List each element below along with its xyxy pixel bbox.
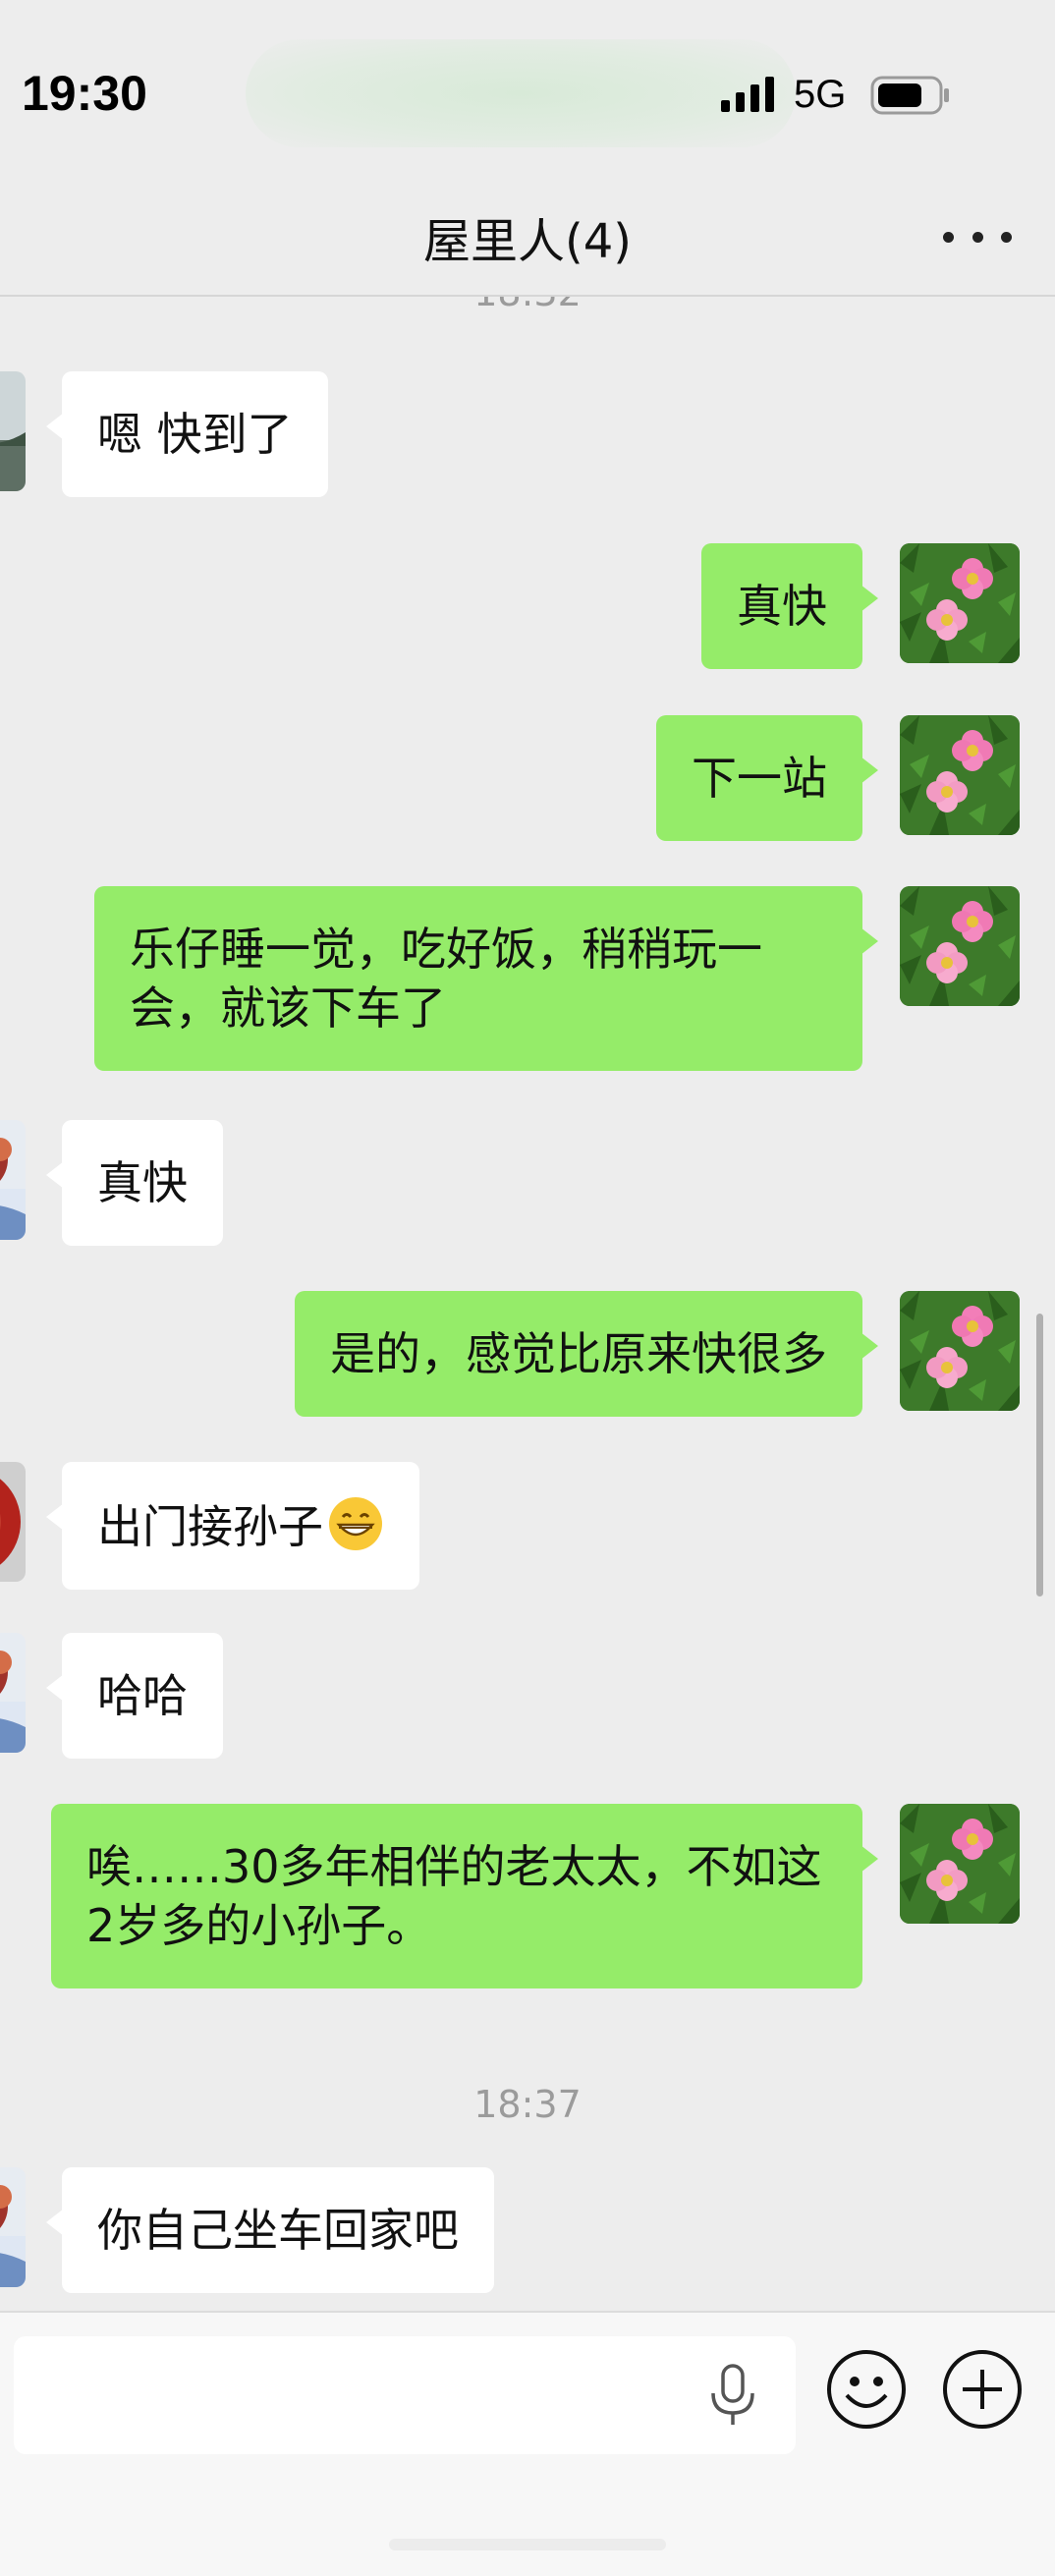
- message-bubble[interactable]: 你自己坐车回家吧: [46, 2167, 494, 2293]
- message-bubble[interactable]: 嗯 快到了: [46, 371, 328, 497]
- red-photo-avatar[interactable]: [0, 1120, 26, 1240]
- message-bubble[interactable]: 乐仔睡一觉，吃好饭，稍稍玩一会，就该下车了: [94, 886, 878, 1071]
- timestamp: 18:37: [473, 2083, 582, 2126]
- message-text: 出门接孙子: [97, 1500, 323, 1553]
- scrollbar[interactable]: [1036, 1314, 1043, 1596]
- more-dot-icon: [943, 231, 954, 243]
- emoji-button-icon[interactable]: [825, 2348, 908, 2431]
- more-dot-icon: [1001, 231, 1012, 243]
- more-options-button[interactable]: [943, 222, 1012, 252]
- more-dot-icon: [972, 231, 983, 243]
- status-bar-glow: [246, 39, 796, 147]
- pink-flower-avatar[interactable]: [900, 1804, 1020, 1924]
- message-bubble[interactable]: 真快: [46, 1120, 223, 1246]
- message-bubble[interactable]: 唉……30多年相伴的老太太，不如这2岁多的小孙子。: [51, 1804, 878, 1988]
- message-bubble[interactable]: 是的，感觉比原来快很多: [295, 1291, 878, 1417]
- battery-icon: [870, 76, 949, 115]
- pink-flower-avatar[interactable]: [900, 886, 1020, 1006]
- message-input[interactable]: [14, 2336, 796, 2454]
- status-bar: 19:30 5G: [0, 0, 1055, 177]
- pink-flower-avatar[interactable]: [900, 715, 1020, 835]
- chat-header: 屋里人(4): [0, 177, 1055, 297]
- red-photo-avatar[interactable]: [0, 2167, 26, 2287]
- chat-message-list[interactable]: 18:32 嗯 快到了 真快 下一站 乐仔睡一觉，吃好饭，稍稍玩一会，就该下车了…: [0, 297, 1055, 2311]
- chat-input-bar: [0, 2311, 1055, 2576]
- status-time: 19:30: [22, 66, 147, 121]
- message-bubble[interactable]: 真快: [701, 543, 878, 669]
- home-indicator: [389, 2539, 666, 2550]
- network-type-label: 5G: [794, 73, 847, 116]
- landscape-avatar[interactable]: [0, 371, 26, 491]
- pink-flower-avatar[interactable]: [900, 1291, 1020, 1411]
- microphone-icon[interactable]: [703, 2362, 762, 2429]
- message-bubble[interactable]: 出门接孙子: [46, 1462, 419, 1590]
- red-photo-avatar[interactable]: [0, 1633, 26, 1753]
- timestamp: 18:32: [0, 297, 1055, 314]
- chat-title: 屋里人(4): [423, 214, 632, 269]
- plus-button-icon[interactable]: [941, 2348, 1024, 2431]
- red-circle-avatar[interactable]: [0, 1462, 26, 1582]
- message-bubble[interactable]: 哈哈: [46, 1633, 223, 1759]
- message-bubble[interactable]: 下一站: [656, 715, 878, 841]
- cellular-signal-icon: [721, 77, 774, 112]
- grinning-face-emoji: [329, 1497, 382, 1550]
- pink-flower-avatar[interactable]: [900, 543, 1020, 663]
